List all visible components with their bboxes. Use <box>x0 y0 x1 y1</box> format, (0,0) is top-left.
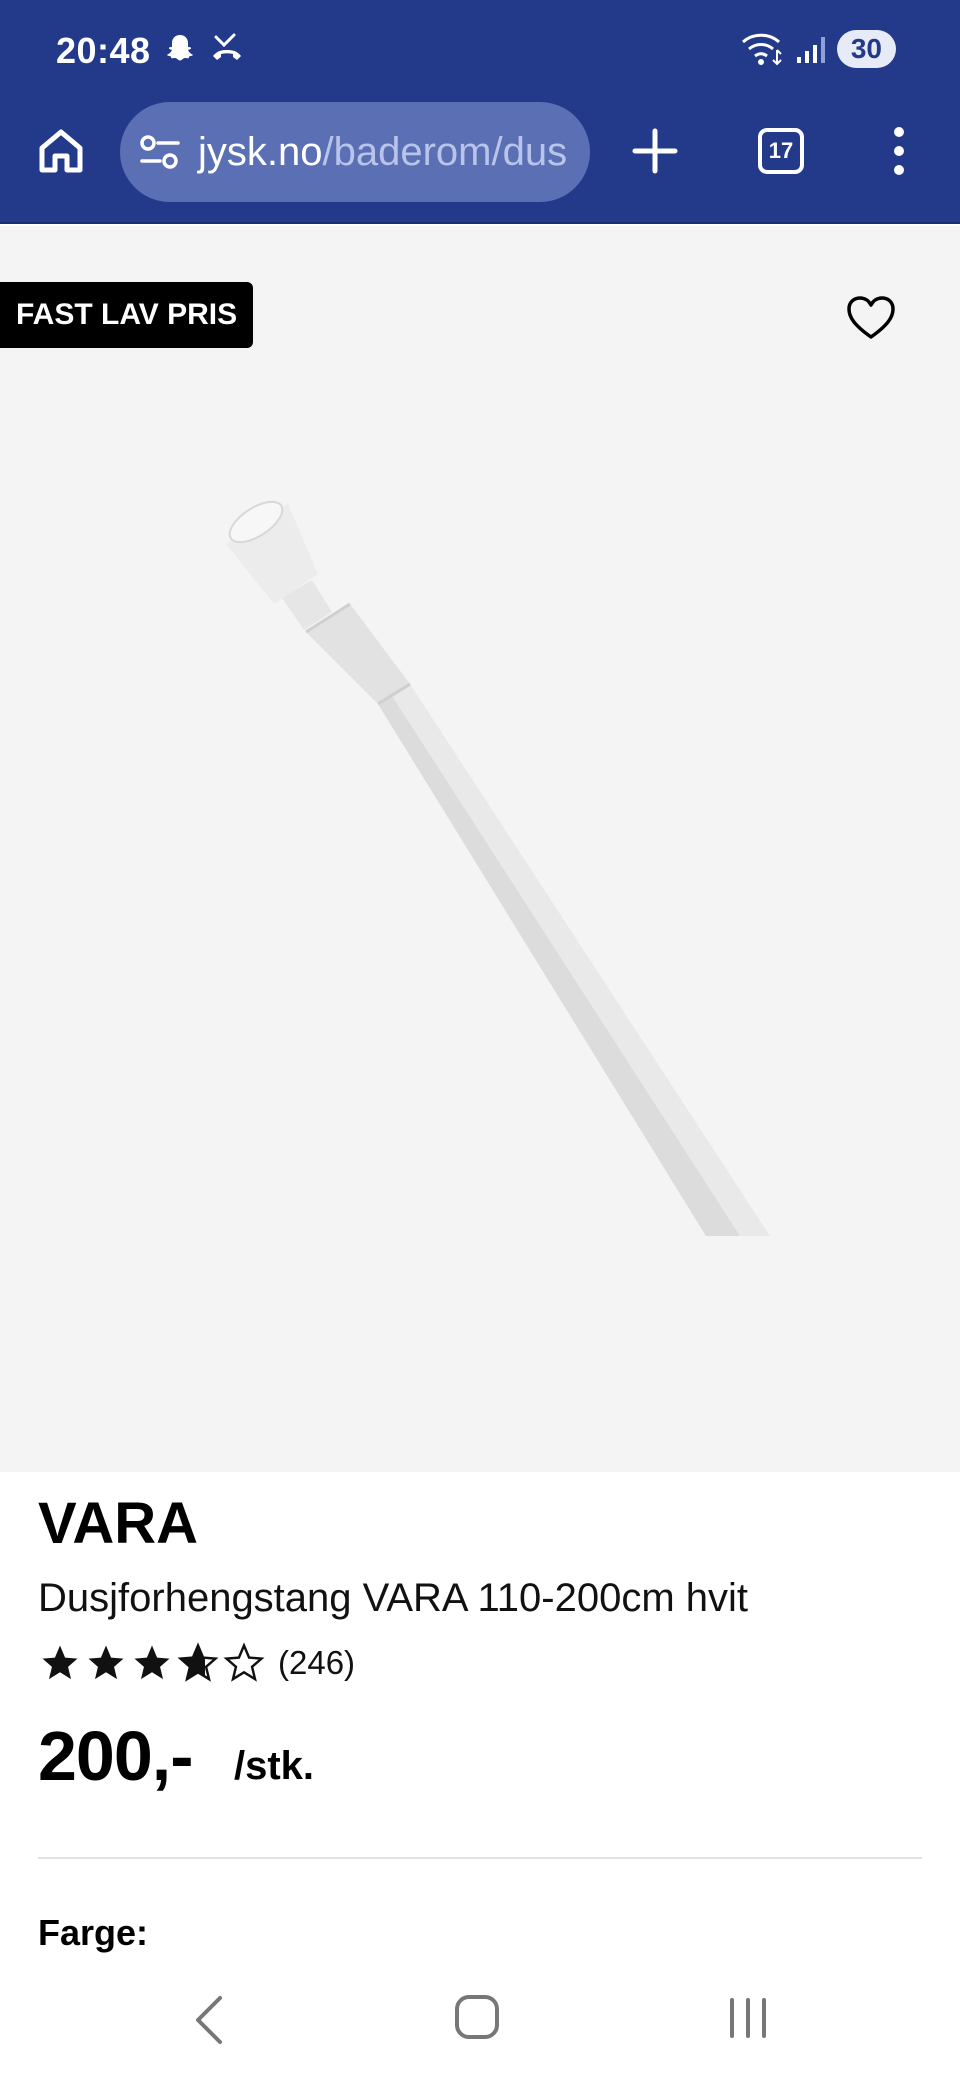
home-icon[interactable] <box>36 126 86 176</box>
tabs-icon[interactable]: 17 <box>758 128 804 174</box>
site-settings-icon[interactable] <box>138 130 182 174</box>
review-count[interactable]: (246) <box>278 1644 355 1682</box>
back-icon[interactable] <box>190 1992 230 2048</box>
url-host: jysk.no <box>198 129 323 174</box>
status-time: 20:48 <box>56 30 151 71</box>
status-notification-icons <box>164 32 244 64</box>
snapchat-icon <box>167 35 193 61</box>
home-circle-icon[interactable] <box>454 1994 500 2040</box>
url-path: /baderom/dus <box>322 129 568 174</box>
plus-icon[interactable] <box>632 128 678 174</box>
star-full-icon <box>42 1645 78 1680</box>
more-menu-icon[interactable] <box>882 124 916 178</box>
shower-rod-image <box>226 500 770 1236</box>
rating-stars <box>38 1642 266 1684</box>
recent-apps-icon[interactable] <box>724 1994 772 2042</box>
divider <box>38 1857 922 1859</box>
heart-icon[interactable] <box>846 294 896 344</box>
product-image[interactable]: FAST LAV PRIS <box>0 226 960 1472</box>
star-full-icon <box>88 1645 124 1680</box>
star-full-icon <box>134 1645 170 1680</box>
url-text[interactable]: jysk.no/baderom/dus <box>198 130 567 175</box>
signal-icon <box>796 37 825 63</box>
product-brand: VARA <box>38 1491 199 1556</box>
product-rating[interactable]: (246) <box>38 1642 355 1684</box>
star-partial-icon <box>177 1642 219 1682</box>
star-empty-icon <box>223 1642 265 1682</box>
missed-call-icon <box>213 33 241 60</box>
status-bar: 20:48 30 <box>0 0 960 100</box>
color-label: Farge: <box>38 1912 149 1953</box>
status-system-icons: 30 <box>741 30 896 68</box>
product-price: 200,- <box>38 1717 194 1795</box>
system-nav-bar <box>0 1960 960 2080</box>
browser-toolbar: jysk.no/baderom/dus 17 <box>0 100 960 224</box>
price-unit: /stk. <box>234 1744 315 1788</box>
price-badge: FAST LAV PRIS <box>0 282 254 348</box>
wifi-icon <box>741 33 782 66</box>
address-bar[interactable]: jysk.no/baderom/dus <box>120 102 590 202</box>
battery-icon: 30 <box>836 30 896 68</box>
product-name: Dusjforhengstang VARA 110-200cm hvit <box>38 1576 749 1620</box>
